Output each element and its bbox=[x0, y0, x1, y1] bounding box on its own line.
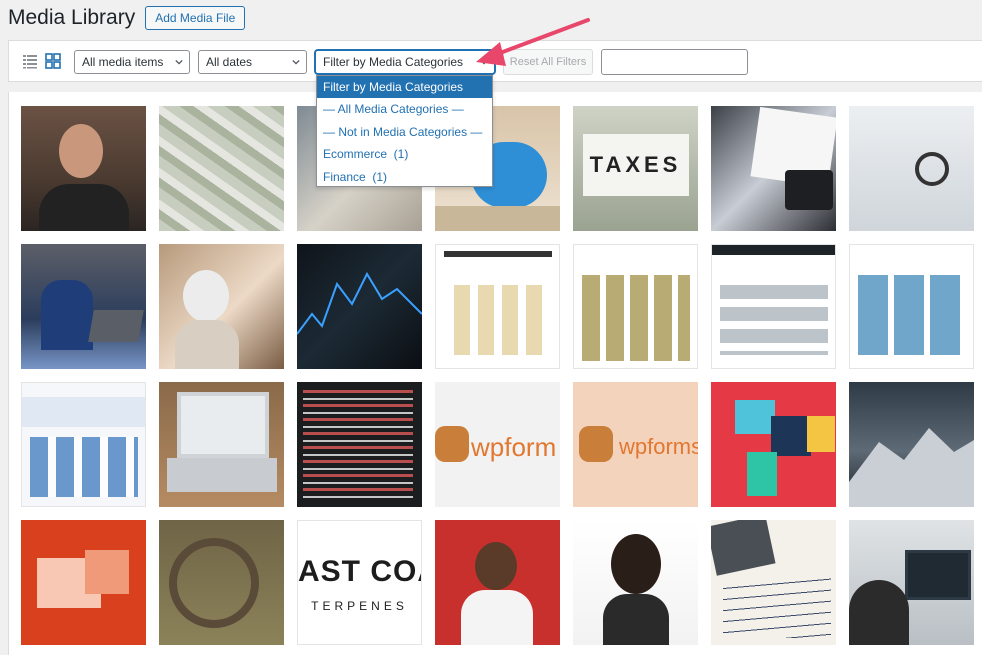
media-toolbar: All media items All dates Filter by Medi… bbox=[8, 40, 982, 82]
media-thumb-news-site[interactable] bbox=[711, 244, 836, 369]
media-thumb-stock-report[interactable] bbox=[711, 106, 836, 231]
media-thumb-video-call[interactable] bbox=[849, 520, 974, 645]
media-thumb-diagram[interactable] bbox=[711, 382, 836, 507]
media-thumb-man-laptop[interactable] bbox=[21, 244, 146, 369]
taxes-label: TAXES bbox=[589, 152, 682, 177]
reset-filters-button[interactable]: Reset All Filters bbox=[503, 49, 593, 75]
dropdown-option-not-in-categories[interactable]: — Not in Media Categories — bbox=[317, 121, 492, 143]
media-thumb-laptop-desk[interactable] bbox=[159, 382, 284, 507]
media-thumb-wpforms-logo-2[interactable]: wpforms bbox=[573, 382, 698, 507]
media-thumb-calculator-notes[interactable] bbox=[711, 520, 836, 645]
media-thumb-travel-site[interactable] bbox=[849, 244, 974, 369]
media-thumb-illustration[interactable] bbox=[21, 520, 146, 645]
east-coast-text: AST COAS bbox=[298, 555, 421, 588]
grid-view-icon[interactable] bbox=[45, 53, 61, 69]
media-thumb-wpforms-logo-1[interactable]: wpform bbox=[435, 382, 560, 507]
media-thumb-mountains[interactable] bbox=[849, 382, 974, 507]
chevron-down-icon bbox=[292, 59, 300, 65]
dropdown-option-all-categories[interactable]: — All Media Categories — bbox=[317, 98, 492, 120]
chevron-down-icon bbox=[480, 59, 488, 65]
wpforms-logo-text: wpforms bbox=[619, 434, 698, 459]
media-thumb-wagon-wheel[interactable] bbox=[159, 520, 284, 645]
chevron-down-icon bbox=[175, 59, 183, 65]
media-thumb-east-coast-terpenes[interactable]: AST COAS TERPENES bbox=[297, 520, 422, 645]
dropdown-option-ecommerce[interactable]: Ecommerce (1) bbox=[317, 143, 492, 165]
media-type-select-value: All media items bbox=[82, 55, 164, 69]
date-select[interactable]: All dates bbox=[198, 50, 307, 74]
media-thumb-stock-chart[interactable] bbox=[297, 244, 422, 369]
media-thumb-shouting-man[interactable] bbox=[435, 520, 560, 645]
dropdown-option-filter[interactable]: Filter by Media Categories bbox=[317, 76, 492, 99]
media-thumb-taxes[interactable]: TAXES bbox=[573, 106, 698, 231]
media-thumb-code[interactable] bbox=[297, 382, 422, 507]
media-thumb-elderly-woman[interactable] bbox=[159, 244, 284, 369]
media-category-select[interactable]: Filter by Media Categories bbox=[315, 50, 495, 74]
dropdown-option-finance[interactable]: Finance (1) bbox=[317, 166, 492, 188]
media-thumb-terpenes-site[interactable] bbox=[435, 244, 560, 369]
list-view-icon[interactable] bbox=[22, 53, 38, 69]
media-type-select[interactable]: All media items bbox=[74, 50, 190, 74]
media-thumb-chart-magnifier[interactable] bbox=[849, 106, 974, 231]
page-title: Media Library bbox=[8, 6, 136, 29]
date-select-value: All dates bbox=[206, 55, 253, 69]
wpforms-logo-text: wpform bbox=[471, 432, 557, 462]
media-thumb-money[interactable] bbox=[159, 106, 284, 231]
add-media-file-button[interactable]: Add Media File bbox=[145, 6, 246, 30]
media-category-select-value: Filter by Media Categories bbox=[323, 55, 464, 69]
media-thumb-pharma-site[interactable] bbox=[21, 382, 146, 507]
media-grid: TAXES wpform wpforms AST CO TERPENES bbox=[8, 92, 982, 655]
media-thumb-shop-grid[interactable] bbox=[573, 244, 698, 369]
media-thumb-portrait-man[interactable] bbox=[21, 106, 146, 231]
search-input[interactable] bbox=[601, 49, 748, 75]
page-header: Media Library Add Media File bbox=[8, 4, 246, 32]
category-dropdown-menu: Filter by Media Categories — All Media C… bbox=[316, 75, 493, 187]
media-thumb-smiling-woman[interactable] bbox=[573, 520, 698, 645]
terpenes-text: TERPENES bbox=[311, 599, 408, 613]
